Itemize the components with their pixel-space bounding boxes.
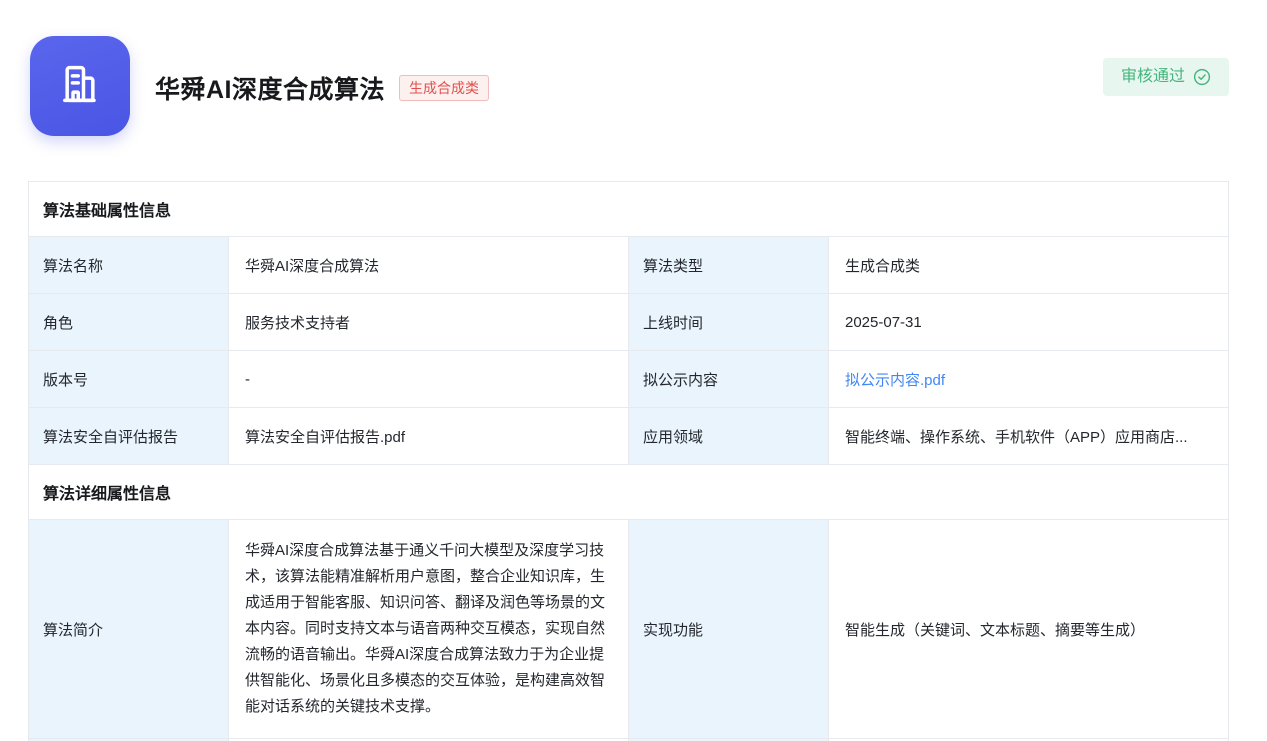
field-label: 上线时间 (629, 294, 829, 351)
algorithm-detail-page: 华舜AI深度合成算法 生成合成类 审核通过 算法基础属性信息 算法名称 华舜AI… (0, 0, 1267, 741)
table-row: 算法名称 华舜AI深度合成算法 算法类型 生成合成类 (29, 237, 1229, 294)
title-row: 华舜AI深度合成算法 生成合成类 (155, 70, 489, 106)
algorithm-type-tag: 生成合成类 (399, 75, 489, 101)
table-row: 角色 服务技术支持者 上线时间 2025-07-31 (29, 294, 1229, 351)
field-value: 生成合成类 (829, 237, 1229, 294)
field-label: 应用领域 (629, 408, 829, 465)
field-label: 算法名称 (29, 237, 229, 294)
field-value: 2025-07-31 (829, 294, 1229, 351)
algorithm-info-table: 算法基础属性信息 算法名称 华舜AI深度合成算法 算法类型 生成合成类 角色 服… (28, 181, 1229, 741)
algorithm-intro-text: 华舜AI深度合成算法基于通义千问大模型及深度学习技术，该算法能精准解析用户意图，… (229, 520, 628, 738)
field-label: 角色 (29, 294, 229, 351)
field-value: - (229, 351, 629, 408)
table-row: 版本号 - 拟公示内容 拟公示内容.pdf (29, 351, 1229, 408)
field-value: 算法安全自评估报告.pdf (229, 408, 629, 465)
field-value: 华舜AI深度合成算法 (229, 237, 629, 294)
field-value: 华舜AI深度合成算法基于通义千问大模型及深度学习技术，该算法能精准解析用户意图，… (229, 520, 629, 739)
field-value: 智能终端、操作系统、手机软件（APP）应用商店... (829, 408, 1229, 465)
field-label: 拟公示内容 (629, 351, 829, 408)
section-title-detail: 算法详细属性信息 (29, 465, 1229, 520)
table-row: 算法安全自评估报告 算法安全自评估报告.pdf 应用领域 智能终端、操作系统、手… (29, 408, 1229, 465)
check-circle-icon (1193, 68, 1211, 86)
page-title: 华舜AI深度合成算法 (155, 70, 385, 106)
field-value: 服务技术支持者 (229, 294, 629, 351)
field-label: 算法简介 (29, 520, 229, 739)
proposed-publicity-pdf-link[interactable]: 拟公示内容.pdf (845, 372, 945, 389)
field-label: 算法安全自评估报告 (29, 408, 229, 465)
section-title-basic: 算法基础属性信息 (29, 182, 1229, 237)
status-badge: 审核通过 (1103, 58, 1229, 96)
app-logo (30, 36, 130, 136)
section-header-detail: 算法详细属性信息 (29, 465, 1229, 520)
field-label: 版本号 (29, 351, 229, 408)
field-value: 智能生成（关键词、文本标题、摘要等生成） (829, 520, 1229, 739)
page-header: 华舜AI深度合成算法 生成合成类 审核通过 (30, 36, 1229, 136)
status-badge-label: 审核通过 (1121, 67, 1185, 87)
table-row: 算法简介 华舜AI深度合成算法基于通义千问大模型及深度学习技术，该算法能精准解析… (29, 520, 1229, 739)
field-label: 算法类型 (629, 237, 829, 294)
section-header-basic: 算法基础属性信息 (29, 182, 1229, 237)
building-icon (52, 56, 108, 117)
field-label: 实现功能 (629, 520, 829, 739)
